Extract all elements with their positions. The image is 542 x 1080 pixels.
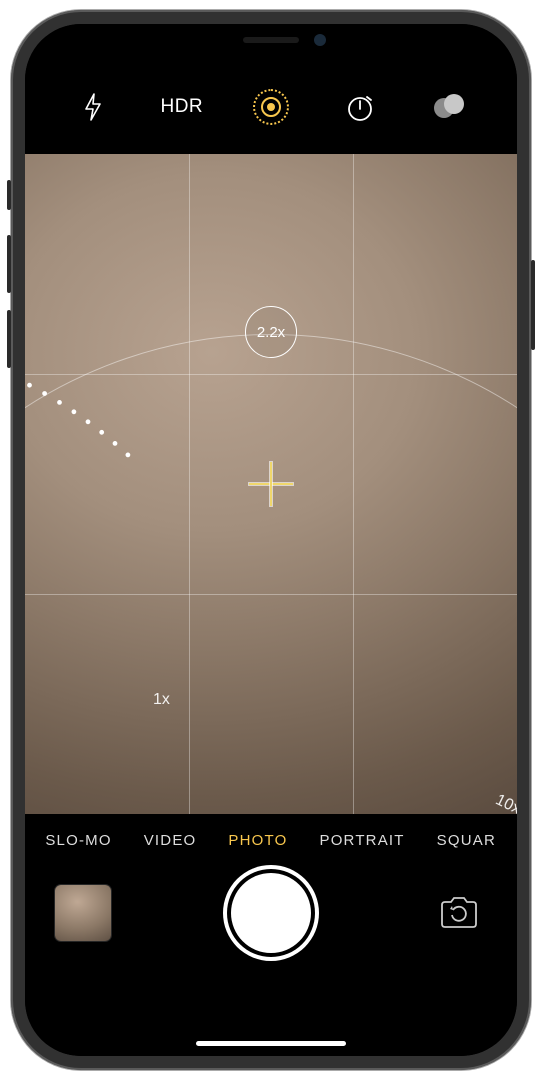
mode-portrait[interactable]: PORTRAIT (319, 832, 404, 849)
zoom-min-label: 1x (153, 691, 170, 709)
front-camera-dot (314, 34, 326, 46)
filters-icon (434, 94, 464, 120)
live-photo-toggle[interactable] (231, 89, 310, 125)
screen: HDR (25, 24, 517, 1056)
flip-camera-button[interactable] (431, 885, 487, 941)
zoom-current-value[interactable]: 2.2x (245, 306, 297, 358)
speaker-grill (243, 37, 299, 43)
flash-toggle[interactable] (53, 92, 132, 122)
home-indicator[interactable] (196, 1041, 346, 1046)
volume-up-button[interactable] (7, 235, 11, 293)
timer-icon (345, 92, 375, 122)
zoom-arc-dots (25, 334, 271, 814)
flash-icon (83, 92, 103, 122)
mode-photo[interactable]: PHOTO (228, 832, 287, 849)
filters-toggle[interactable] (410, 94, 489, 120)
last-photo-thumbnail[interactable] (55, 885, 111, 941)
camera-viewfinder[interactable]: 2.2x 1x 10x (25, 154, 517, 814)
capture-controls (25, 873, 517, 953)
mode-slomo[interactable]: SLO-MO (45, 832, 111, 849)
live-photo-icon (253, 89, 289, 125)
mute-switch[interactable] (7, 180, 11, 210)
volume-down-button[interactable] (7, 310, 11, 368)
capture-modes[interactable]: SLO-MO VIDEO PHOTO PORTRAIT SQUARE (25, 824, 517, 865)
power-button[interactable] (531, 260, 535, 350)
mode-square[interactable]: SQUARE (437, 832, 497, 849)
shutter-button[interactable] (231, 873, 311, 953)
hdr-toggle[interactable]: HDR (142, 96, 221, 118)
iphone-device-frame: HDR (11, 10, 531, 1070)
mode-video[interactable]: VIDEO (144, 832, 197, 849)
timer-toggle[interactable] (321, 92, 400, 122)
bottom-bar: SLO-MO VIDEO PHOTO PORTRAIT SQUARE (25, 814, 517, 1056)
flip-camera-icon (437, 895, 481, 931)
notch (166, 24, 376, 56)
zoom-dial[interactable]: 2.2x (25, 334, 517, 814)
